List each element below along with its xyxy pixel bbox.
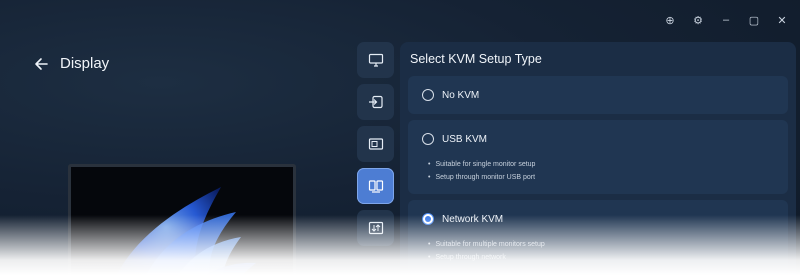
layout-icon (368, 221, 383, 235)
radio-button[interactable] (422, 133, 434, 145)
rail-item-layout[interactable] (357, 210, 394, 246)
option-network-kvm[interactable]: Network KVM Suitable for multiple monito… (408, 200, 788, 274)
rail-item-picture[interactable] (357, 126, 394, 162)
option-description: Suitable for multiple monitors setup Set… (422, 238, 774, 274)
minimize-icon[interactable]: – (718, 12, 734, 28)
monitor-preview (68, 164, 296, 275)
rail-item-kvm[interactable] (357, 168, 394, 204)
input-icon (368, 95, 383, 109)
maximize-icon[interactable]: ▢ (746, 12, 762, 28)
close-icon[interactable]: ✕ (774, 12, 790, 28)
kvm-panel: Select KVM Setup Type No KVM USB KVM Sui… (400, 42, 796, 275)
description-item: Setup through monitor USB port (428, 171, 774, 184)
monitor-icon (368, 53, 383, 67)
option-label: USB KVM (442, 133, 488, 145)
gear-icon[interactable]: ⚙ (690, 12, 706, 28)
rail-item-display[interactable] (357, 42, 394, 78)
back-arrow-icon[interactable] (34, 57, 48, 71)
kvm-icon (368, 180, 383, 193)
picture-icon (368, 138, 383, 150)
wallpaper-bloom-image (116, 187, 256, 275)
add-icon[interactable]: ⊕ (662, 12, 678, 28)
option-usb-kvm[interactable]: USB KVM Suitable for single monitor setu… (408, 120, 788, 194)
settings-rail (357, 42, 394, 246)
radio-button[interactable] (422, 89, 434, 101)
page-header: Display (34, 55, 109, 72)
description-item: Suitable for multiple monitors setup (428, 238, 774, 251)
window-controls: ⊕ ⚙ – ▢ ✕ (662, 12, 790, 28)
radio-button-selected[interactable] (422, 213, 434, 225)
page-title: Display (60, 55, 110, 72)
description-item: Suitable for single monitor setup (428, 158, 774, 171)
panel-title: Select KVM Setup Type (410, 52, 542, 66)
option-no-kvm[interactable]: No KVM (408, 76, 788, 114)
option-label: No KVM (442, 89, 480, 101)
option-label: Network KVM (442, 213, 504, 225)
option-description: Suitable for single monitor setup Setup … (422, 158, 774, 194)
description-item: Setup through network (428, 251, 774, 264)
rail-item-input[interactable] (357, 84, 394, 120)
